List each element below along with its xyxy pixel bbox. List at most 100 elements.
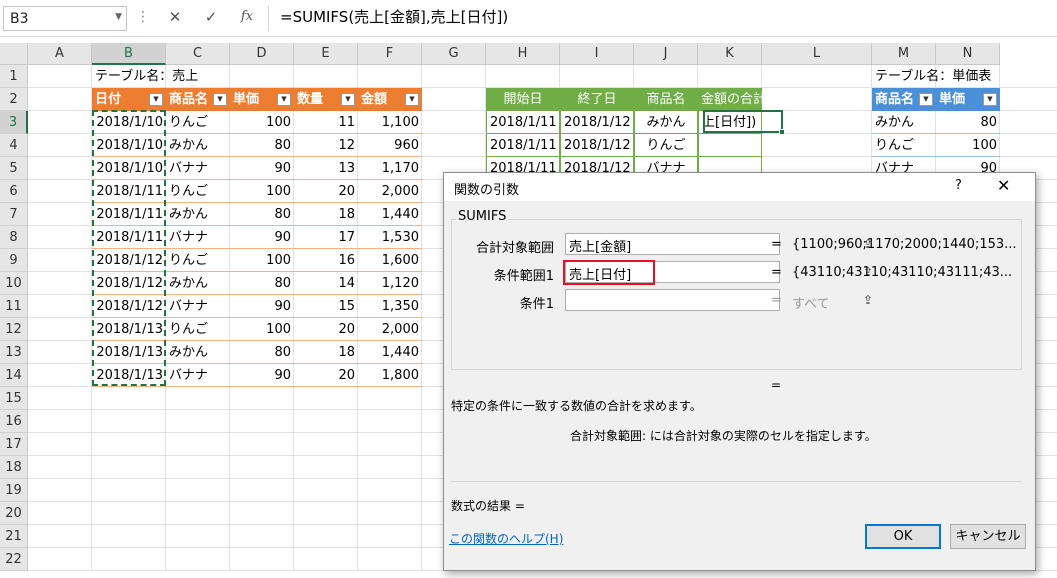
table-cell[interactable]: 12: [294, 134, 358, 157]
row-header-14[interactable]: 14: [0, 364, 28, 387]
table-cell[interactable]: 20: [294, 364, 358, 387]
table2-header[interactable]: 終了日: [560, 88, 634, 111]
table-cell[interactable]: 18: [294, 203, 358, 226]
table-cell[interactable]: 2018/1/11: [486, 111, 560, 134]
row-header-15[interactable]: 15: [0, 387, 28, 410]
row-header-19[interactable]: 19: [0, 479, 28, 502]
table-cell[interactable]: りんご: [166, 111, 230, 134]
row-header-6[interactable]: 6: [0, 180, 28, 203]
table-cell[interactable]: りんご: [634, 134, 698, 157]
table-cell[interactable]: 2018/1/12: [560, 134, 634, 157]
column-header-g[interactable]: G: [422, 43, 486, 65]
active-cell[interactable]: [703, 110, 785, 135]
column-header-l[interactable]: L: [762, 43, 872, 65]
column-header-f[interactable]: F: [358, 43, 422, 65]
help-icon[interactable]: ?: [955, 178, 962, 193]
filter-dropdown-icon[interactable]: ▼: [919, 93, 933, 106]
table-cell[interactable]: 1,440: [358, 203, 422, 226]
table1-header[interactable]: 単価 ▼: [230, 88, 294, 111]
cancel-icon[interactable]: ✕: [164, 8, 186, 26]
table-cell[interactable]: 100: [230, 111, 294, 134]
table-cell[interactable]: 100: [230, 249, 294, 272]
table-cell[interactable]: 18: [294, 341, 358, 364]
table-cell[interactable]: りんご: [166, 180, 230, 203]
table-cell[interactable]: 2018/1/12: [560, 111, 634, 134]
enter-icon[interactable]: ✓: [200, 8, 222, 26]
table-cell[interactable]: 90: [230, 226, 294, 249]
table-cell[interactable]: 11: [294, 111, 358, 134]
row-header-20[interactable]: 20: [0, 502, 28, 525]
table-cell[interactable]: 1,120: [358, 272, 422, 295]
table-cell[interactable]: 14: [294, 272, 358, 295]
table-cell[interactable]: 90: [230, 364, 294, 387]
filter-dropdown-icon[interactable]: ▼: [983, 93, 997, 106]
table-cell[interactable]: バナナ: [166, 295, 230, 318]
row-header-18[interactable]: 18: [0, 456, 28, 479]
table3-header[interactable]: 商品名 ▼: [872, 88, 936, 111]
table-cell[interactable]: 100: [936, 134, 1000, 157]
table-cell[interactable]: みかん: [166, 203, 230, 226]
filter-dropdown-icon[interactable]: ▼: [213, 93, 227, 106]
row-header-4[interactable]: 4: [0, 134, 28, 157]
table-cell[interactable]: りんご: [166, 318, 230, 341]
table-cell[interactable]: バナナ: [166, 364, 230, 387]
table-cell[interactable]: 1,440: [358, 341, 422, 364]
column-header-h[interactable]: H: [486, 43, 560, 65]
table2-header[interactable]: 開始日: [486, 88, 560, 111]
cancel-button[interactable]: キャンセル: [950, 524, 1026, 549]
table-cell[interactable]: バナナ: [166, 157, 230, 180]
table-cell[interactable]: りんご: [166, 249, 230, 272]
table1-header[interactable]: 商品名 ▼: [166, 88, 230, 111]
row-header-2[interactable]: 2: [0, 88, 28, 111]
table-cell[interactable]: バナナ: [166, 226, 230, 249]
row-header-13[interactable]: 13: [0, 341, 28, 364]
table-cell[interactable]: 100: [230, 180, 294, 203]
row-header-16[interactable]: 16: [0, 410, 28, 433]
row-header-17[interactable]: 17: [0, 433, 28, 456]
table-cell[interactable]: 80: [230, 272, 294, 295]
dialog-titlebar[interactable]: 関数の引数 ? ✕: [444, 173, 1035, 201]
table-cell[interactable]: みかん: [166, 134, 230, 157]
row-header-7[interactable]: 7: [0, 203, 28, 226]
fill-handle[interactable]: [779, 129, 785, 135]
table1-header[interactable]: 数量 ▼: [294, 88, 358, 111]
table-cell[interactable]: 1,100: [358, 111, 422, 134]
column-header-b[interactable]: B: [92, 43, 166, 65]
help-link[interactable]: この関数のヘルプ(H): [449, 530, 563, 547]
table-cell[interactable]: 2,000: [358, 180, 422, 203]
row-header-5[interactable]: 5: [0, 157, 28, 180]
arg-input-sum-range[interactable]: 売上[金額] ⇪: [565, 233, 873, 255]
row-header-9[interactable]: 9: [0, 249, 28, 272]
filter-dropdown-icon[interactable]: ▼: [405, 93, 419, 106]
table-cell[interactable]: みかん: [166, 272, 230, 295]
row-header-3[interactable]: 3: [0, 111, 28, 134]
column-header-a[interactable]: A: [28, 43, 92, 65]
more-icon[interactable]: ⋮: [136, 9, 150, 25]
table-cell[interactable]: 1,170: [358, 157, 422, 180]
row-header-8[interactable]: 8: [0, 226, 28, 249]
table2-header[interactable]: 商品名: [634, 88, 698, 111]
function-icon[interactable]: fx: [236, 9, 258, 24]
table-cell[interactable]: みかん: [872, 111, 936, 134]
table-cell[interactable]: 90: [230, 157, 294, 180]
name-box[interactable]: B3 ▼: [3, 6, 127, 31]
column-header-e[interactable]: E: [294, 43, 358, 65]
table-cell[interactable]: みかん: [166, 341, 230, 364]
table-cell[interactable]: 2018/1/11: [486, 134, 560, 157]
table2-header[interactable]: 金額の合計: [698, 88, 762, 111]
row-header-10[interactable]: 10: [0, 272, 28, 295]
filter-dropdown-icon[interactable]: ▼: [277, 93, 291, 106]
table-cell[interactable]: 1,800: [358, 364, 422, 387]
ok-button[interactable]: OK: [865, 524, 941, 549]
table-cell[interactable]: 20: [294, 180, 358, 203]
table-cell[interactable]: 17: [294, 226, 358, 249]
table-cell[interactable]: 80: [230, 134, 294, 157]
table-cell[interactable]: 1,600: [358, 249, 422, 272]
collapse-dialog-icon[interactable]: ⇪: [858, 291, 878, 309]
table-cell[interactable]: 960: [358, 134, 422, 157]
table-cell[interactable]: [698, 134, 762, 157]
column-header-k[interactable]: K: [698, 43, 762, 65]
column-header-j[interactable]: J: [634, 43, 698, 65]
select-all-corner[interactable]: [0, 43, 28, 65]
formula-input[interactable]: =SUMIFS(売上[金額],売上[日付]): [280, 6, 508, 27]
